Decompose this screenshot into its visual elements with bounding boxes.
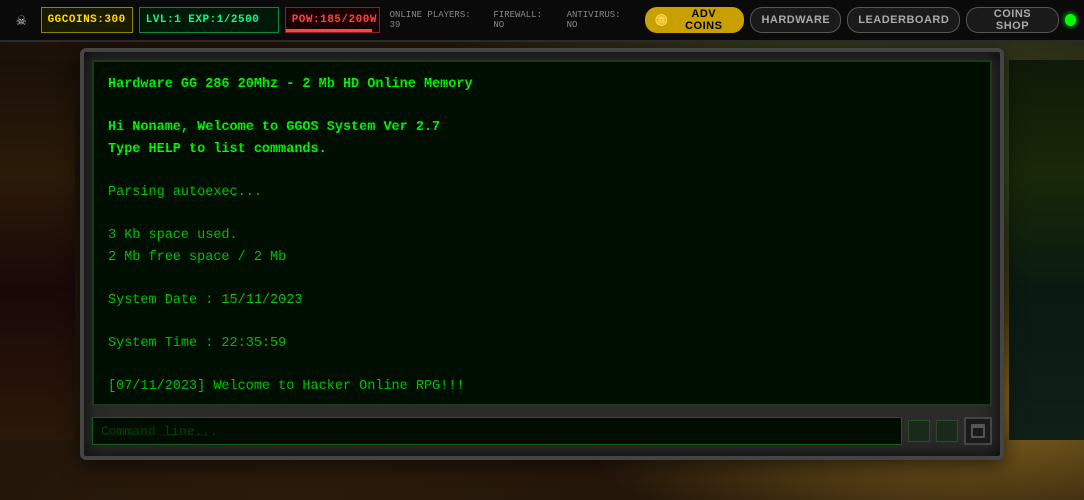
terminal-line: Parsing autoexec... <box>108 182 976 204</box>
coins-label: GGCOINS:300 <box>48 14 126 26</box>
hardware-button[interactable]: HARDWARE <box>750 7 841 33</box>
connection-status-dot <box>1065 14 1076 26</box>
adv-coins-icon: 🪙 <box>655 14 669 27</box>
coins-shop-button[interactable]: COINS SHOP <box>966 7 1058 33</box>
logo-icon: ☠ <box>8 6 35 34</box>
terminal-line <box>108 96 976 118</box>
right-decoration <box>1009 60 1084 440</box>
exp-stat-box: LVL:1 EXP:1/2500 <box>139 7 279 33</box>
terminal-line <box>108 204 976 226</box>
cmd-button-2[interactable] <box>936 420 958 442</box>
hardware-label: HARDWARE <box>761 14 830 26</box>
cmd-button-1[interactable] <box>908 420 930 442</box>
terminal-line: System Date : 15/11/2023 <box>108 290 976 312</box>
top-navigation-bar: ☠ GGCOINS:300 LVL:1 EXP:1/2500 POW:185/2… <box>0 0 1084 42</box>
online-players-label: ONLINE PLAYERS: 39 <box>390 10 482 30</box>
cmd-button-maximize[interactable] <box>964 417 992 445</box>
terminal-line <box>108 268 976 290</box>
terminal-line: Hardware GG 286 20Mhz - 2 Mb HD Online M… <box>108 74 976 96</box>
coins-shop-label: COINS SHOP <box>977 8 1047 32</box>
antivirus-label: ANTIVIRUS: NO <box>567 10 633 30</box>
pow-stat-box: POW:185/200W <box>285 7 380 33</box>
leaderboard-button[interactable]: LEADERBOARD <box>847 7 960 33</box>
terminal-line: Type HELP to list commands. <box>108 139 976 161</box>
terminal-output: Hardware GG 286 20Mhz - 2 Mb HD Online M… <box>108 74 976 406</box>
firewall-label: FIREWALL: NO <box>493 10 554 30</box>
terminal-line: Hi Noname, Welcome to GGOS System Ver 2.… <box>108 117 976 139</box>
leaderboard-label: LEADERBOARD <box>858 14 949 26</box>
terminal-line <box>108 160 976 182</box>
sub-info-bar: ONLINE PLAYERS: 39 FIREWALL: NO ANTIVIRU… <box>390 10 633 30</box>
pow-progress-bar <box>286 29 372 32</box>
terminal-screen: Hardware GG 286 20Mhz - 2 Mb HD Online M… <box>92 60 992 406</box>
terminal-line: 3 Kb space used. <box>108 225 976 247</box>
coins-stat-box: GGCOINS:300 <box>41 7 133 33</box>
command-bar <box>92 414 992 448</box>
terminal-line <box>108 355 976 377</box>
left-decoration <box>0 60 75 440</box>
terminal-line: System Time : 22:35:59 <box>108 333 976 355</box>
adv-coins-button[interactable]: 🪙 ADV COINS <box>645 7 745 33</box>
adv-coins-label: ADV COINS <box>673 8 734 32</box>
pow-label: POW:185/200W <box>292 14 377 26</box>
terminal-line: 2 Mb free space / 2 Mb <box>108 247 976 269</box>
terminal-frame: Hardware GG 286 20Mhz - 2 Mb HD Online M… <box>80 48 1004 460</box>
exp-label: LVL:1 EXP:1/2500 <box>146 14 260 26</box>
terminal-line: [07/11/2023] Welcome to Hacker Online RP… <box>108 376 976 398</box>
terminal-line <box>108 398 976 406</box>
command-input[interactable] <box>92 417 902 445</box>
terminal-line <box>108 312 976 334</box>
